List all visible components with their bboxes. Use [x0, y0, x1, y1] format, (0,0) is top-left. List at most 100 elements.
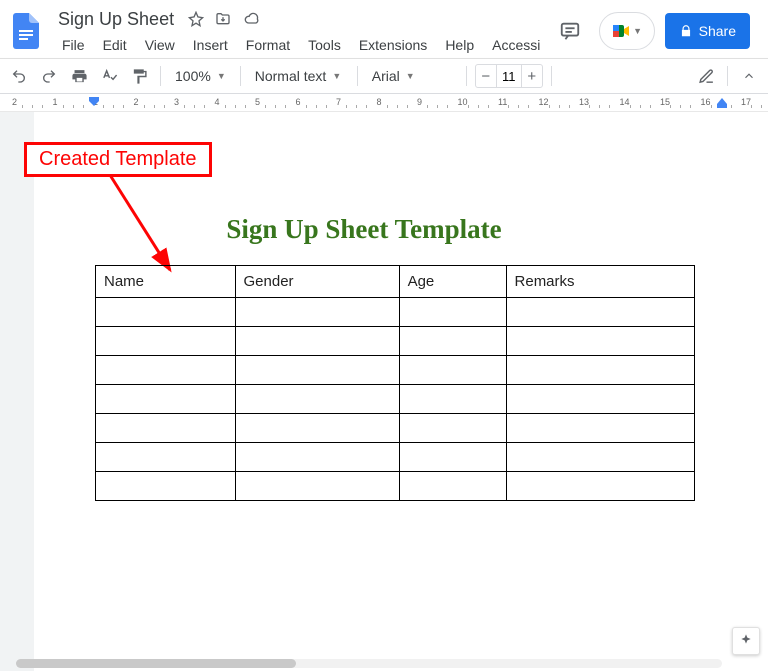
cloud-status-icon[interactable] — [242, 11, 262, 27]
table-header[interactable]: Gender — [235, 266, 399, 298]
table-cell[interactable] — [235, 472, 399, 501]
table-row[interactable] — [96, 443, 695, 472]
spellcheck-button[interactable] — [96, 63, 122, 89]
table-cell[interactable] — [96, 472, 236, 501]
table-cell[interactable] — [96, 414, 236, 443]
table-cell[interactable] — [399, 414, 506, 443]
paint-format-button[interactable] — [126, 63, 152, 89]
table-row[interactable] — [96, 327, 695, 356]
star-icon[interactable] — [188, 11, 204, 27]
meet-icon — [611, 21, 631, 41]
paragraph-style-value: Normal text — [255, 68, 327, 84]
ruler-label: 15 — [660, 97, 670, 107]
menu-format[interactable]: Format — [238, 34, 298, 56]
menu-help[interactable]: Help — [437, 34, 482, 56]
table-cell[interactable] — [506, 414, 694, 443]
hide-menus-button[interactable] — [736, 63, 762, 89]
table-cell[interactable] — [399, 443, 506, 472]
menu-accessibility[interactable]: Accessi — [484, 34, 548, 56]
table-row[interactable] — [96, 298, 695, 327]
ruler-label: 13 — [579, 97, 589, 107]
undo-button[interactable] — [6, 63, 32, 89]
left-indent-marker[interactable] — [88, 96, 102, 110]
font-family-select[interactable]: Arial ▼ — [366, 63, 458, 89]
table-row[interactable] — [96, 414, 695, 443]
table-cell[interactable] — [399, 472, 506, 501]
right-indent-marker[interactable] — [716, 96, 728, 110]
meet-button[interactable]: ▼ — [599, 12, 655, 50]
table-cell[interactable] — [235, 414, 399, 443]
table-cell[interactable] — [399, 385, 506, 414]
ruler-label: 12 — [539, 97, 549, 107]
table-cell[interactable] — [235, 356, 399, 385]
comment-history-icon[interactable] — [551, 12, 589, 50]
document-heading[interactable]: Sign Up Sheet Template — [34, 214, 694, 245]
docs-logo-icon[interactable] — [10, 11, 42, 51]
menu-edit[interactable]: Edit — [95, 34, 135, 56]
font-size-increase[interactable]: + — [522, 68, 542, 85]
menu-insert[interactable]: Insert — [185, 34, 236, 56]
print-button[interactable] — [66, 63, 92, 89]
table-cell[interactable] — [506, 298, 694, 327]
horizontal-scrollbar-thumb[interactable] — [16, 659, 296, 668]
table-cell[interactable] — [506, 385, 694, 414]
table-row[interactable] — [96, 356, 695, 385]
table-cell[interactable] — [235, 298, 399, 327]
title-block: Sign Up Sheet File Edit View Insert Form… — [54, 6, 551, 56]
table-header[interactable]: Name — [96, 266, 236, 298]
font-size-decrease[interactable]: − — [476, 68, 496, 85]
table-row[interactable] — [96, 472, 695, 501]
zoom-select[interactable]: 100% ▼ — [169, 63, 232, 89]
ruler-label: 16 — [701, 97, 711, 107]
table-cell[interactable] — [96, 443, 236, 472]
ruler-label: 1 — [53, 97, 58, 107]
header-right: ▼ Share — [551, 12, 760, 50]
table-cell[interactable] — [506, 356, 694, 385]
table-cell[interactable] — [96, 327, 236, 356]
ruler-label: 7 — [336, 97, 341, 107]
table-cell[interactable] — [399, 356, 506, 385]
ruler-label: 14 — [620, 97, 630, 107]
document-workspace: Created Template Sign Up Sheet Template … — [0, 112, 768, 671]
table-cell[interactable] — [399, 298, 506, 327]
menu-tools[interactable]: Tools — [300, 34, 349, 56]
ruler-label: 9 — [417, 97, 422, 107]
share-button[interactable]: Share — [665, 13, 750, 49]
font-size-input[interactable] — [496, 65, 522, 87]
redo-button[interactable] — [36, 63, 62, 89]
paragraph-style-select[interactable]: Normal text ▼ — [249, 63, 349, 89]
menu-extensions[interactable]: Extensions — [351, 34, 435, 56]
table-cell[interactable] — [506, 327, 694, 356]
table-cell[interactable] — [506, 472, 694, 501]
chevron-down-icon: ▼ — [406, 71, 415, 81]
explore-button[interactable] — [732, 627, 760, 655]
ruler-label: 2 — [12, 97, 17, 107]
ruler[interactable]: 211234567891011121314151617 — [0, 94, 768, 112]
chevron-down-icon: ▼ — [332, 71, 341, 81]
document-page[interactable]: Created Template Sign Up Sheet Template … — [34, 112, 768, 671]
move-to-folder-icon[interactable] — [214, 11, 232, 27]
table-cell[interactable] — [96, 385, 236, 414]
menu-file[interactable]: File — [54, 34, 93, 56]
ruler-label: 11 — [498, 97, 507, 107]
table-cell[interactable] — [235, 327, 399, 356]
document-title[interactable]: Sign Up Sheet — [54, 8, 178, 31]
menu-view[interactable]: View — [137, 34, 183, 56]
chevron-down-icon: ▼ — [217, 71, 226, 81]
ruler-label: 2 — [134, 97, 139, 107]
chevron-down-icon: ▼ — [633, 26, 642, 36]
table-header[interactable]: Age — [399, 266, 506, 298]
signup-table[interactable]: NameGenderAgeRemarks — [95, 265, 695, 501]
table-header[interactable]: Remarks — [506, 266, 694, 298]
ruler-label: 17 — [741, 97, 751, 107]
table-cell[interactable] — [235, 385, 399, 414]
editing-mode-button[interactable] — [693, 63, 719, 89]
table-cell[interactable] — [506, 443, 694, 472]
table-cell[interactable] — [399, 327, 506, 356]
horizontal-scrollbar[interactable] — [16, 659, 722, 668]
table-row[interactable] — [96, 385, 695, 414]
ruler-label: 8 — [377, 97, 382, 107]
table-cell[interactable] — [96, 356, 236, 385]
table-cell[interactable] — [96, 298, 236, 327]
table-cell[interactable] — [235, 443, 399, 472]
